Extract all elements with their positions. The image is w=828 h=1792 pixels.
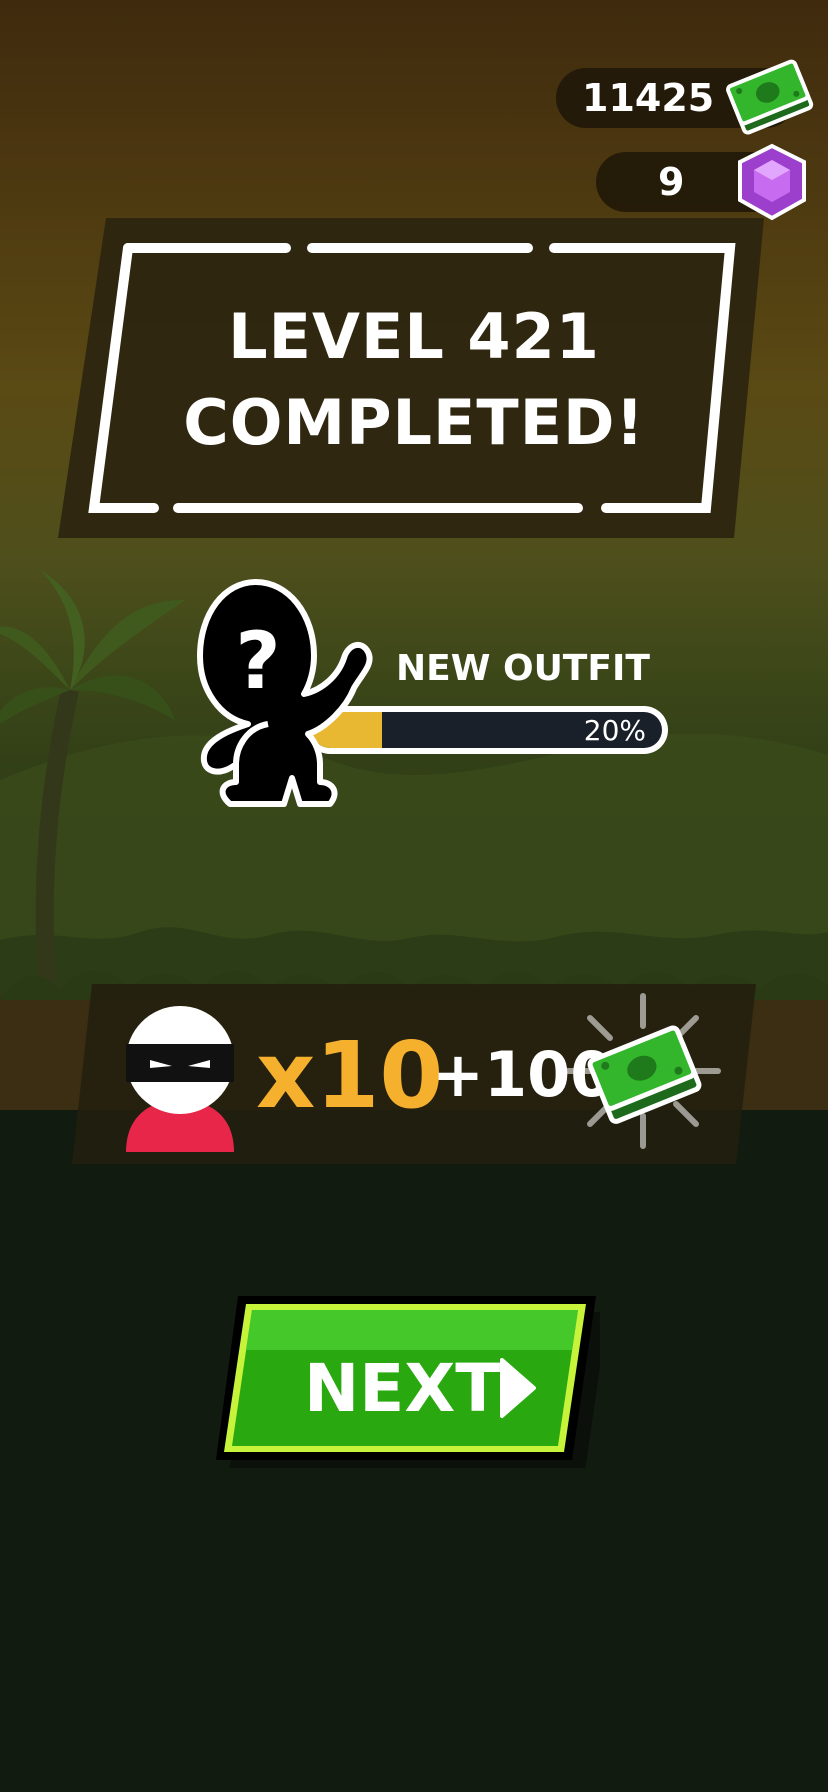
purple-gem-icon: [738, 143, 806, 221]
money-amount: 11425: [582, 76, 715, 120]
reward-cash-icon: [565, 993, 721, 1149]
palm-tree: [0, 570, 185, 991]
level-number-text: LEVEL 421: [228, 300, 600, 373]
outfit-progress-percent: 20%: [583, 714, 646, 747]
reward-multiplier: x10: [256, 1022, 444, 1129]
mystery-character-icon: ?: [197, 579, 373, 807]
play-arrow-icon: [500, 1358, 536, 1418]
next-button-label: NEXT: [304, 1350, 501, 1427]
ninja-avatar-icon: [126, 1006, 234, 1152]
gem-amount: 9: [658, 160, 685, 204]
outfit-label: NEW OUTFIT: [396, 648, 650, 689]
svg-text:?: ?: [235, 617, 280, 707]
cash-stack-icon: [726, 59, 814, 135]
level-completed-text: COMPLETED!: [183, 386, 645, 459]
level-complete-banner: [58, 218, 764, 538]
